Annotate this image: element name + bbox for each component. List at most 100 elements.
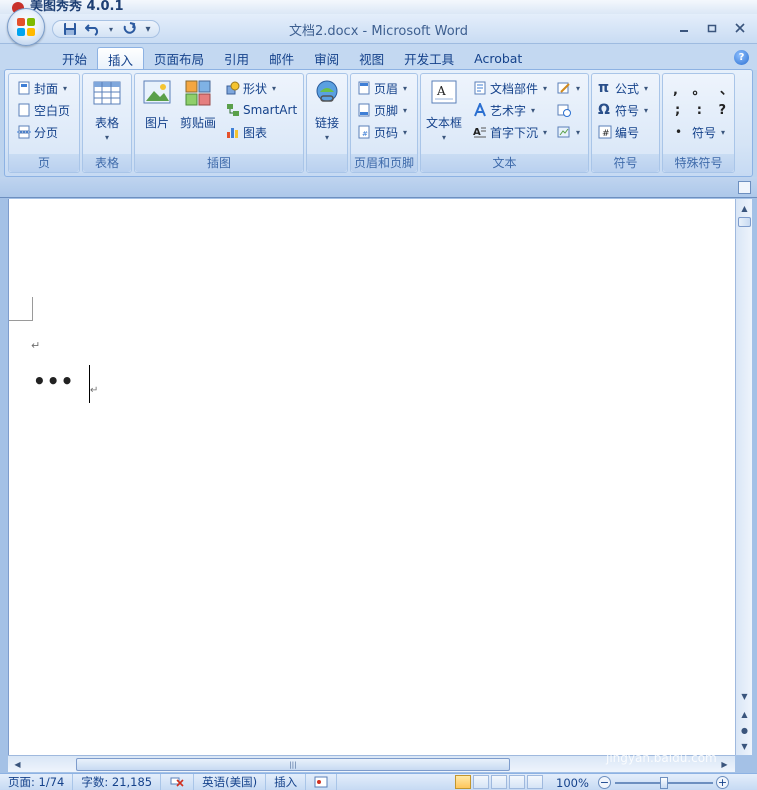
chart-button[interactable]: 图表 — [226, 122, 267, 142]
clipart-button[interactable]: 剪贴画 — [180, 78, 216, 131]
ruler-toggle-button[interactable] — [738, 181, 751, 194]
web-layout-view-button[interactable] — [491, 775, 507, 789]
tab-insert[interactable]: 插入 — [97, 47, 145, 70]
word-count-status[interactable]: 字数: 21,185 — [73, 773, 162, 790]
vertical-scroll-thumb[interactable] — [738, 217, 751, 227]
chart-icon — [227, 128, 238, 138]
picture-icon — [143, 80, 171, 104]
document-page[interactable]: ↵ ••• ↵ — [8, 199, 735, 755]
help-icon[interactable]: ? — [734, 50, 749, 65]
quick-parts-button[interactable]: 文档部件 ▾ — [473, 78, 547, 98]
outline-view-button[interactable] — [509, 775, 525, 789]
page-break-button[interactable]: 分页 — [17, 122, 58, 142]
group-illustrations: 图片 剪贴画 形状 ▾ SmartArt 图表 插图 — [134, 73, 304, 173]
zoom-out-icon[interactable]: − — [598, 776, 611, 789]
close-button[interactable] — [727, 18, 753, 38]
tab-mailings[interactable]: 邮件 — [259, 47, 304, 70]
special-symbol-button[interactable]: • 符号 ▾ — [675, 122, 725, 142]
blank-page-icon — [18, 103, 30, 117]
page-break-label: 分页 — [34, 125, 59, 140]
header-icon — [358, 81, 370, 95]
object-button[interactable]: ▾ — [557, 122, 580, 142]
numbering-button[interactable]: # 编号 — [598, 122, 639, 142]
textbox-button[interactable]: A 文本框 ▾ — [426, 78, 462, 142]
page-count-status[interactable]: 页面: 1/74 — [0, 773, 74, 790]
scroll-down-icon[interactable]: ▼ — [737, 689, 752, 703]
tab-page-layout[interactable]: 页面布局 — [144, 47, 214, 70]
svg-text:#: # — [602, 129, 610, 139]
links-button[interactable]: 链接 ▾ — [312, 78, 342, 142]
tab-view[interactable]: 视图 — [349, 47, 394, 70]
document-area: ↵ ••• ↵ ▲ ▼ ▲ ● ▼ ◀ ||| ▶ — [0, 177, 757, 773]
smartart-label: SmartArt — [243, 103, 298, 117]
date-time-button[interactable] — [557, 100, 571, 120]
select-browse-object-icon[interactable]: ● — [737, 723, 752, 737]
ruler-strip — [0, 177, 757, 198]
smartart-button[interactable]: SmartArt — [226, 100, 297, 120]
tab-review[interactable]: 审阅 — [304, 47, 349, 70]
bullet-symbol-icon: • — [675, 125, 683, 139]
blank-page-label: 空白页 — [34, 103, 71, 118]
insert-mode-status[interactable]: 插入 — [266, 773, 307, 790]
window-controls — [671, 18, 753, 38]
textbox-label: 文本框 — [426, 116, 463, 130]
dropcap-icon: A — [473, 127, 486, 138]
draft-view-button[interactable] — [527, 775, 543, 789]
office-logo-icon — [17, 18, 36, 37]
wordart-button[interactable]: 艺术字 ▾ — [473, 100, 535, 120]
page-number-label: 页码 — [374, 125, 399, 140]
horizontal-scroll-thumb[interactable]: ||| — [76, 758, 510, 771]
language-status[interactable]: 英语(美国) — [194, 773, 267, 790]
page-number-icon: # — [358, 125, 370, 139]
cover-page-button[interactable]: 封面 ▾ — [17, 78, 67, 98]
textbox-icon: A — [431, 80, 457, 104]
blank-page-button[interactable]: 空白页 — [17, 100, 70, 120]
header-button[interactable]: 页眉 ▾ — [357, 78, 407, 98]
tab-acrobat[interactable]: Acrobat — [464, 47, 532, 70]
picture-button[interactable]: 图片 — [142, 78, 172, 131]
full-screen-reading-view-button[interactable] — [473, 775, 489, 789]
baidu-watermark: Bai du 经验 jingyan.baidu.com — [586, 720, 736, 770]
document-text[interactable]: ••• — [33, 369, 74, 393]
tab-references[interactable]: 引用 — [214, 47, 259, 70]
tab-home[interactable]: 开始 — [52, 47, 97, 70]
scroll-up-icon[interactable]: ▲ — [737, 201, 752, 215]
special-symbol-label: 符号 — [692, 125, 717, 140]
punctuation-row-1[interactable]: , 。 、 — [673, 78, 733, 98]
group-links-label — [307, 154, 347, 172]
group-symbols: π 公式 ▾ Ω 符号 ▾ # 编号 符号 — [591, 73, 660, 173]
group-pages-label: 页 — [9, 154, 79, 172]
office-button[interactable] — [7, 8, 45, 46]
zoom-level[interactable]: 100% — [556, 774, 589, 790]
group-tables-label: 表格 — [83, 154, 131, 172]
zoom-in-icon[interactable]: + — [716, 776, 729, 789]
restore-button[interactable] — [699, 18, 725, 38]
zoom-slider-thumb[interactable] — [660, 777, 668, 789]
previous-page-icon[interactable]: ▲ — [737, 707, 752, 721]
group-header-footer-label: 页眉和页脚 — [351, 154, 417, 172]
footer-button[interactable]: 页脚 ▾ — [357, 100, 407, 120]
next-page-icon[interactable]: ▼ — [737, 739, 752, 753]
tab-developer[interactable]: 开发工具 — [394, 47, 464, 70]
signature-line-button[interactable]: ▾ — [557, 78, 580, 98]
scroll-left-icon[interactable]: ◀ — [10, 757, 25, 771]
symbol-button[interactable]: Ω 符号 ▾ — [598, 100, 648, 120]
shapes-button[interactable]: 形状 ▾ — [226, 78, 276, 98]
proofing-icon[interactable] — [161, 773, 195, 790]
page-number-button[interactable]: # 页码 ▾ — [357, 122, 407, 142]
dropcap-button[interactable]: A 首字下沉 ▾ — [473, 122, 547, 142]
background-app-title: 美图秀秀 4.0.1 — [30, 0, 124, 14]
print-layout-view-button[interactable] — [455, 775, 471, 789]
equation-button[interactable]: π 公式 ▾ — [598, 78, 648, 98]
vertical-scrollbar[interactable]: ▲ ▼ ▲ ● ▼ — [735, 199, 752, 755]
link-globe-icon — [316, 80, 338, 102]
text-cursor — [89, 365, 90, 403]
dropcap-label: 首字下沉 — [490, 125, 539, 140]
margin-corner-marker — [9, 297, 33, 321]
macro-record-icon[interactable] — [306, 773, 338, 790]
punctuation-row-2[interactable]: ; : ? — [675, 100, 726, 120]
table-button[interactable]: 表格 ▾ — [92, 78, 122, 142]
chevron-down-icon: ▾ — [104, 133, 109, 142]
minimize-button[interactable] — [671, 18, 697, 38]
cover-page-icon — [18, 81, 30, 95]
